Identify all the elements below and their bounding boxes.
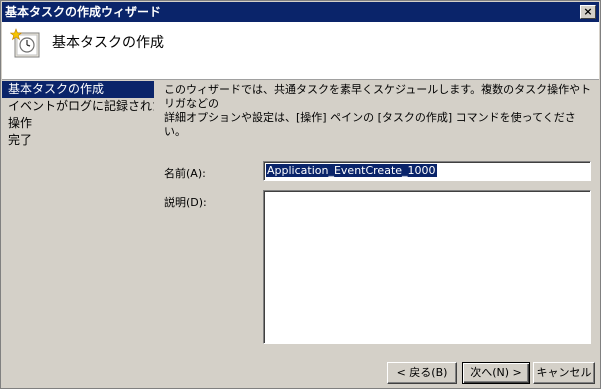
header-title: 基本タスクの作成 [52, 35, 164, 51]
description-line-1: このウィザードでは、共通タスクを素早くスケジュールします。複数のタスク操作やトリ… [164, 83, 592, 110]
nav-item-when-event-logged[interactable]: イベントがログに記録されたとき [2, 98, 154, 115]
nav-item-create-basic-task[interactable]: 基本タスクの作成 [2, 81, 154, 98]
wizard-description: このウィザードでは、共通タスクを素早くスケジュールします。複数のタスク操作やトリ… [164, 83, 594, 139]
description-label: 説明(D): [164, 196, 207, 209]
nav-item-action[interactable]: 操作 [2, 115, 154, 132]
close-icon: × [583, 5, 593, 18]
name-input-value: Application_EventCreate_1000 [266, 164, 437, 177]
wizard-header: 基本タスクの作成 [2, 22, 599, 80]
description-textarea[interactable] [263, 190, 591, 344]
name-label: 名前(A): [164, 167, 206, 180]
close-button[interactable]: × [580, 5, 596, 19]
nav-item-finish[interactable]: 完了 [2, 132, 154, 149]
title-bar[interactable]: 基本タスクの作成ウィザード × [2, 2, 599, 22]
description-line-2: 詳細オプションや設定は、[操作] ペインの [タスクの作成] コマンドを使ってく… [164, 111, 576, 138]
task-clock-icon [10, 28, 40, 58]
next-button[interactable]: 次へ(N) > [462, 362, 530, 384]
name-input[interactable]: Application_EventCreate_1000 [263, 161, 591, 181]
wizard-window: 基本タスクの作成ウィザード × 基本タスクの作成 基本タスクの作成 イベントがロ… [0, 0, 601, 389]
back-button[interactable]: < 戻る(B) [387, 362, 457, 384]
window-title: 基本タスクの作成ウィザード [5, 5, 162, 19]
cancel-button[interactable]: キャンセル [533, 362, 595, 384]
wizard-step-nav: 基本タスクの作成 イベントがログに記録されたとき 操作 完了 [2, 81, 158, 351]
